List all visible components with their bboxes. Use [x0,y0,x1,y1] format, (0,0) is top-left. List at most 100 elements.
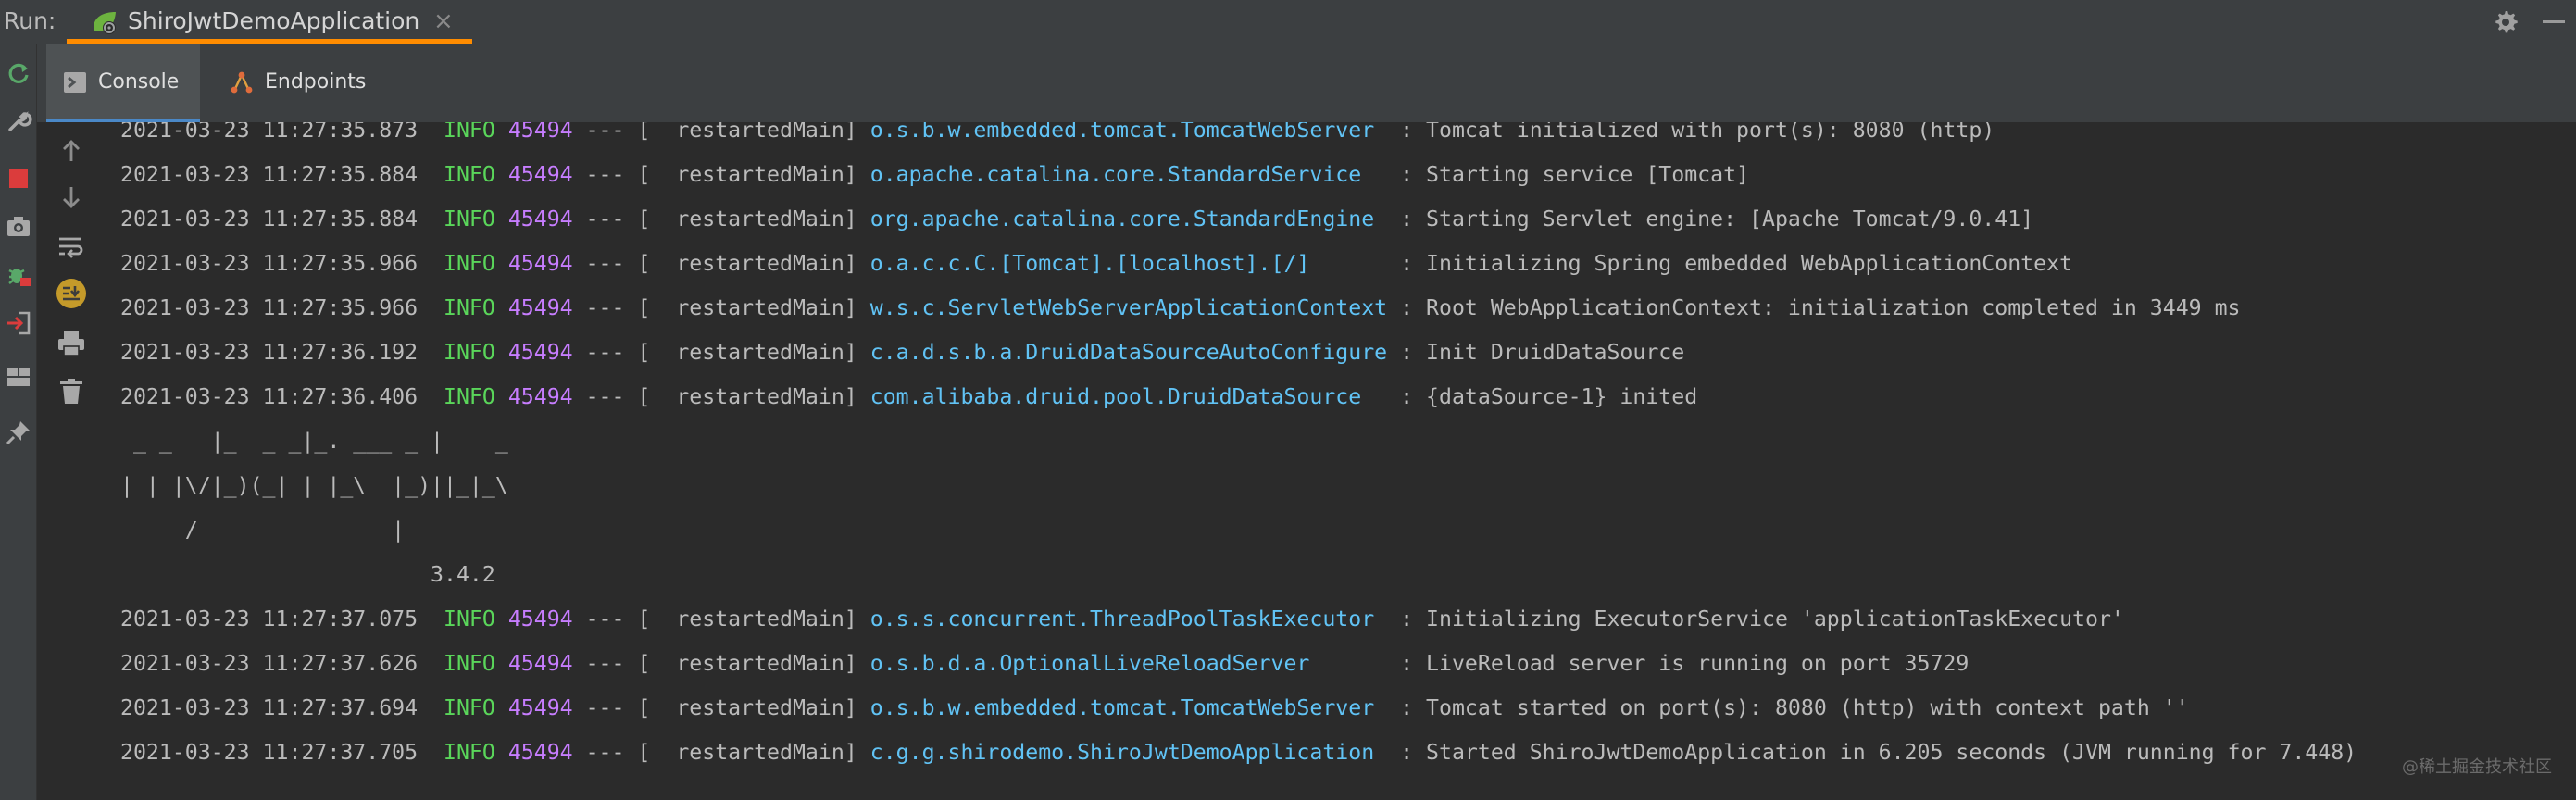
log-pid: 45494 [507,340,573,365]
log-line: 2021-03-23 11:27:37.075 INFO 45494 --- [… [120,597,2124,642]
wrench-icon[interactable] [5,107,32,135]
log-timestamp: 2021-03-23 11:27:37.705 [120,740,444,765]
tab-endpoints[interactable]: Endpoints [213,44,389,122]
console-toolbar [37,122,106,800]
log-thread: --- [ restartedMain] [572,122,870,143]
log-line: 2021-03-23 11:27:36.192 INFO 45494 --- [… [120,331,1684,375]
log-message: : LiveReload server is running on port 3… [1387,651,1970,676]
log-pid: 45494 [507,295,573,320]
log-line: 2021-03-23 11:27:36.406 INFO 45494 --- [… [120,375,1697,419]
log-message: : Tomcat initialized with port(s): 8080 … [1387,122,1995,143]
log-logger: o.s.b.w.embedded.tomcat.TomcatWebServer [869,695,1388,720]
log-line: 2021-03-23 11:27:37.705 INFO 45494 --- [… [120,731,2357,775]
log-space [495,162,508,187]
log-level: INFO [444,122,495,143]
soft-wrap-icon[interactable] [56,231,87,263]
gear-icon[interactable] [2493,8,2520,36]
log-pid: 45494 [507,162,573,187]
log-message: : Root WebApplicationContext: initializa… [1387,295,2241,320]
run-actions-toolbar [0,44,37,800]
pin-icon[interactable] [5,419,32,446]
run-toolwindow-header: Run: ShiroJwtDemoApplication × [0,0,2576,44]
minimize-icon[interactable] [2543,20,2565,23]
log-thread: --- [ restartedMain] [572,162,870,187]
log-timestamp: 2021-03-23 11:27:35.884 [120,206,444,231]
trash-icon[interactable] [56,376,87,407]
log-timestamp: 2021-03-23 11:27:36.406 [120,384,444,409]
log-pid: 45494 [507,606,573,631]
down-arrow-icon[interactable] [56,181,87,213]
endpoints-icon [231,71,253,94]
log-space [495,295,508,320]
log-thread: --- [ restartedMain] [572,295,870,320]
up-arrow-icon[interactable] [56,135,87,167]
log-thread: --- [ restartedMain] [572,651,870,676]
log-space [495,251,508,276]
log-timestamp: 2021-03-23 11:27:37.075 [120,606,444,631]
log-message: : Initializing ExecutorService 'applicat… [1387,606,2124,631]
log-line: 2021-03-23 11:27:35.966 INFO 45494 --- [… [120,286,2241,331]
log-line: 2021-03-23 11:27:37.694 INFO 45494 --- [… [120,686,2189,731]
log-logger: com.alibaba.druid.pool.DruidDataSource [869,384,1388,409]
print-icon[interactable] [56,328,87,359]
log-pid: 45494 [507,695,573,720]
log-thread: --- [ restartedMain] [572,340,870,365]
console-icon [64,72,86,93]
log-level: INFO [444,651,495,676]
log-logger: w.s.c.ServletWebServerApplicationContext [869,295,1388,320]
log-space [495,606,508,631]
log-pid: 45494 [507,251,573,276]
exit-icon[interactable] [5,309,32,337]
watermark: @稀土掘金技术社区 [2402,757,2552,777]
rerun-icon[interactable] [5,59,32,87]
run-config-tab[interactable]: ShiroJwtDemoApplication × [67,0,472,44]
log-timestamp: 2021-03-23 11:27:35.873 [120,122,444,143]
log-thread: --- [ restartedMain] [572,384,870,409]
tab-endpoints-label: Endpoints [265,70,367,94]
log-timestamp: 2021-03-23 11:27:35.966 [120,295,444,320]
console-output[interactable]: 2021-03-23 11:27:35.873 INFO 45494 --- [… [106,122,2576,800]
log-line: 2021-03-23 11:27:35.873 INFO 45494 --- [… [120,122,1995,153]
camera-icon[interactable] [5,213,32,241]
log-space [495,122,508,143]
log-message: : Tomcat started on port(s): 8080 (http)… [1387,695,2189,720]
banner-line: / | [120,518,406,543]
log-space [495,340,508,365]
tab-console[interactable]: Console [46,44,200,122]
stop-icon[interactable] [5,165,32,193]
log-logger: c.a.d.s.b.a.DruidDataSourceAutoConfigure [869,340,1388,365]
tab-console-label: Console [98,70,180,94]
active-tab-indicator [67,39,472,44]
banner-line: _ _ |_ _ _|_. ___ _ | _ [120,429,508,454]
log-pid: 45494 [507,206,573,231]
log-space [495,695,508,720]
log-pid: 45494 [507,740,573,765]
log-logger: o.apache.catalina.core.StandardService [869,162,1388,187]
log-space [495,651,508,676]
log-level: INFO [444,606,495,631]
log-pid: 45494 [507,122,573,143]
log-message: : Initializing Spring embedded WebApplic… [1387,251,2073,276]
banner-line: 3.4.2 [120,562,495,587]
log-timestamp: 2021-03-23 11:27:36.192 [120,340,444,365]
debug-bug-icon[interactable] [5,261,32,289]
log-message: : Starting Servlet engine: [Apache Tomca… [1387,206,2034,231]
layout-icon[interactable] [5,363,32,391]
log-timestamp: 2021-03-23 11:27:35.884 [120,162,444,187]
log-logger: o.a.c.c.C.[Tomcat].[localhost].[/] [869,251,1388,276]
log-message: : Starting service [Tomcat] [1387,162,1750,187]
log-level: INFO [444,695,495,720]
log-level: INFO [444,206,495,231]
log-logger: o.s.b.d.a.OptionalLiveReloadServer [869,651,1388,676]
log-timestamp: 2021-03-23 11:27:35.966 [120,251,444,276]
scroll-to-end-icon[interactable] [56,278,87,309]
close-icon[interactable]: × [433,7,454,35]
log-pid: 45494 [507,384,573,409]
spring-boot-icon [94,12,116,34]
log-thread: --- [ restartedMain] [572,206,870,231]
log-level: INFO [444,384,495,409]
log-space [495,206,508,231]
log-line: 2021-03-23 11:27:35.884 INFO 45494 --- [… [120,197,2033,242]
log-pid: 45494 [507,651,573,676]
log-line: 2021-03-23 11:27:35.966 INFO 45494 --- [… [120,242,2072,286]
